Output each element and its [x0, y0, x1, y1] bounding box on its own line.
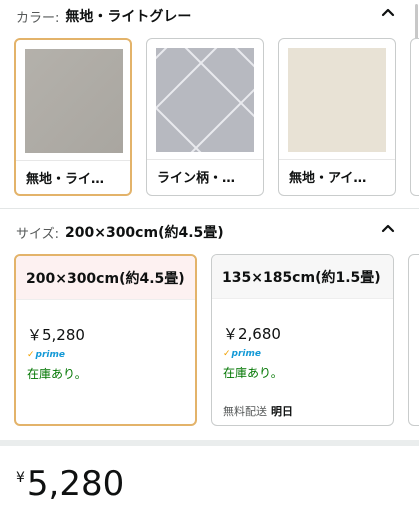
- section-divider: [0, 208, 419, 209]
- size-label: サイズ:: [16, 226, 59, 242]
- color-label: カラー:: [16, 10, 60, 26]
- swatch-name: 無地・ライ…: [26, 172, 105, 187]
- color-value: 無地・ライトグレー: [65, 9, 192, 25]
- size-option-price: ￥5,280: [27, 326, 85, 344]
- price-amount: 5,280: [26, 464, 125, 504]
- line-pattern-swatch-image: [156, 48, 254, 152]
- chevron-up-icon[interactable]: [379, 4, 397, 22]
- swatch-name: 無地・アイ…: [289, 171, 367, 186]
- size-option-partial[interactable]: [408, 254, 419, 426]
- plain-gray-swatch-image: [25, 49, 123, 153]
- size-selector-header[interactable]: サイズ: 200×300cm(約4.5畳): [16, 222, 403, 242]
- color-swatch-partial[interactable]: [410, 38, 419, 196]
- size-option-title: 135×185cm(約1.5畳): [222, 270, 381, 286]
- shipping-info: 無料配送 明日: [223, 405, 293, 418]
- prime-check-icon: ✓: [27, 350, 35, 360]
- prime-badge: ✓prime: [223, 349, 261, 359]
- stock-status: 在庫あり。: [27, 367, 87, 381]
- stock-status: 在庫あり。: [223, 366, 283, 380]
- swatch-name: ライン柄・…: [157, 171, 236, 186]
- size-option-price: ￥2,680: [223, 325, 281, 343]
- shipping-day: 明日: [271, 405, 293, 418]
- section-separator: [0, 440, 419, 446]
- plain-ivory-swatch-image: [288, 48, 386, 152]
- size-value: 200×300cm(約4.5畳): [65, 225, 224, 241]
- prime-check-icon: ✓: [223, 349, 231, 359]
- color-swatch-plain-lightgray[interactable]: 無地・ライ…: [14, 38, 132, 196]
- chevron-up-icon[interactable]: [379, 220, 397, 238]
- size-option-title: 200×300cm(約4.5畳): [26, 271, 185, 287]
- size-option-200x300[interactable]: 200×300cm(約4.5畳) ￥5,280 ✓prime 在庫あり。: [14, 254, 197, 426]
- color-swatch-plain-ivory[interactable]: 無地・アイ…: [278, 38, 396, 196]
- prime-badge: ✓prime: [27, 350, 65, 360]
- color-swatch-row: 無地・ライ… ライン柄・… 無地・アイ…: [0, 38, 419, 196]
- currency-symbol: ¥: [16, 470, 25, 486]
- color-swatch-line-pattern[interactable]: ライン柄・…: [146, 38, 264, 196]
- color-selector-header[interactable]: カラー: 無地・ライトグレー: [16, 6, 403, 26]
- product-price: ¥ 5,280: [16, 464, 124, 504]
- size-option-135x185[interactable]: 135×185cm(約1.5畳) ￥2,680 ✓prime 在庫あり。 無料配…: [211, 254, 394, 426]
- size-option-row: 200×300cm(約4.5畳) ￥5,280 ✓prime 在庫あり。 135…: [0, 254, 419, 430]
